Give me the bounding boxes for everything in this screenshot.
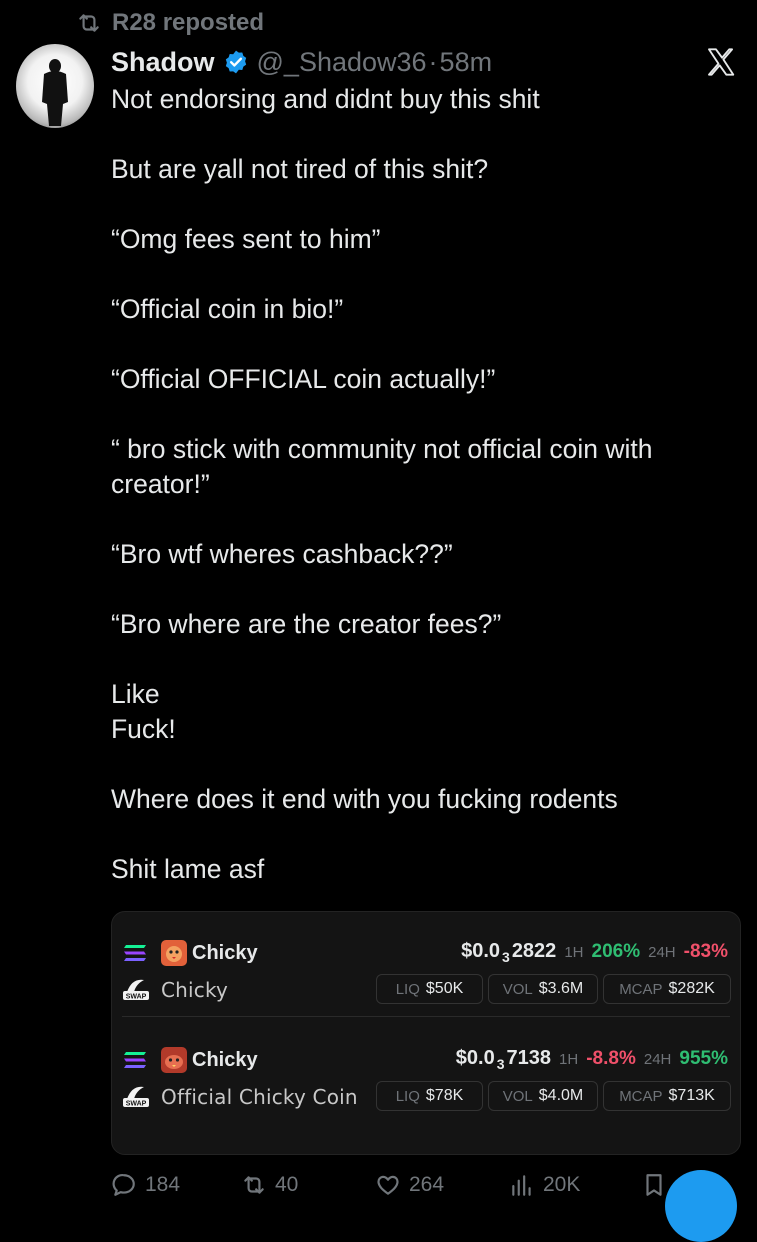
h1-change: -8.8%	[586, 1048, 636, 1069]
repost-icon	[244, 1176, 264, 1194]
avatar[interactable]	[16, 44, 94, 128]
liquidity-pill: LIQ $78K	[376, 1081, 483, 1111]
repost-label: R28 reposted	[112, 9, 265, 36]
token-logo-icon	[161, 1047, 187, 1073]
separator-dot: ·	[428, 46, 438, 77]
h24-change: -83%	[683, 941, 728, 962]
post-paragraph: “Bro where are the creator fees?”	[111, 609, 502, 639]
token-price: $0.0 3 2822	[461, 940, 557, 965]
repost-button[interactable]: 40	[241, 1172, 298, 1198]
author-name[interactable]: Shadow	[111, 47, 215, 78]
h24-label: 24H	[643, 1051, 672, 1068]
repost-count: 40	[275, 1173, 299, 1196]
token-price-line: $0.0 3 2822 1H 206% 24H -83%	[461, 940, 728, 965]
post-paragraph: Where does it end with you fucking roden…	[111, 784, 618, 814]
post-paragraph: Shit lame asf	[111, 854, 265, 884]
token-price-line: $0.0 3 7138 1H -8.8% 24H 955%	[456, 1047, 728, 1072]
analytics-icon	[512, 1175, 531, 1196]
h24-change: 955%	[679, 1048, 728, 1069]
svg-text:SWAP: SWAP	[126, 994, 147, 1001]
x-logo-icon[interactable]	[705, 46, 737, 78]
liquidity-pill: LIQ $50K	[376, 974, 483, 1004]
bookmark-button[interactable]	[641, 1172, 667, 1198]
post-paragraph: “Official coin in bio!”	[111, 294, 344, 324]
h1-label: 1H	[564, 944, 584, 961]
swap-icon[interactable]: SWAP	[122, 1081, 150, 1109]
token-row[interactable]: Chicky $0.0 3 7138 1H -8.8% 24H 955% SWAP …	[112, 1041, 740, 1131]
token-symbol: Chicky	[192, 942, 258, 964]
post-paragraph: But are yall not tired of this shit?	[111, 154, 489, 184]
volume-pill: VOL $4.0M	[488, 1081, 598, 1111]
action-bar: 184 40 264 20K	[111, 1168, 757, 1200]
like-button[interactable]: 264	[375, 1172, 444, 1198]
post-paragraph: Not endorsing and didnt buy this shit	[111, 84, 540, 114]
repost-indicator[interactable]: R28 reposted	[76, 8, 264, 38]
post-paragraph: Like Fuck!	[111, 679, 176, 744]
h24-label: 24H	[648, 944, 676, 961]
svg-text:SWAP: SWAP	[126, 1101, 147, 1108]
solana-icon	[124, 1052, 146, 1068]
token-row[interactable]: Chicky $0.0 3 2822 1H 206% 24H -83% SWAP C…	[112, 934, 740, 1024]
token-name: Chicky	[161, 978, 229, 1002]
market-cap-pill: MCAP $713K	[603, 1081, 731, 1111]
post-text: Not endorsing and didnt buy this shit Bu…	[111, 82, 731, 887]
view-count: 20K	[543, 1173, 581, 1196]
author-handle[interactable]: @_Shadow36	[257, 47, 427, 78]
post-paragraph: “Omg fees sent to him”	[111, 224, 381, 254]
token-symbol: Chicky	[192, 1049, 258, 1071]
verified-badge-icon	[225, 50, 246, 74]
post-paragraph: “Bro wtf wheres cashback??”	[111, 539, 453, 569]
solana-icon	[124, 945, 146, 961]
token-logo-icon	[161, 940, 187, 966]
like-count: 264	[409, 1173, 445, 1196]
post-header: Shadow @_Shadow36 · 58m	[111, 44, 492, 80]
compose-button[interactable]	[665, 1170, 737, 1242]
views-button[interactable]: 20K	[509, 1172, 580, 1198]
token-name: Official Chicky Coin	[161, 1085, 358, 1109]
market-cap-pill: MCAP $282K	[603, 974, 731, 1004]
swap-icon[interactable]: SWAP	[122, 974, 150, 1002]
h1-label: 1H	[559, 1051, 579, 1068]
volume-pill: VOL $3.6M	[488, 974, 598, 1004]
h1-change: 206%	[591, 941, 641, 962]
bookmark-icon	[646, 1174, 662, 1196]
repost-icon	[79, 14, 99, 32]
token-card[interactable]: Chicky $0.0 3 2822 1H 206% 24H -83% SWAP C…	[111, 911, 741, 1155]
token-price: $0.0 3 7138	[455, 1047, 552, 1072]
post-paragraph: “ bro stick with community not official …	[111, 434, 660, 499]
reply-icon	[112, 1174, 135, 1196]
row-divider	[122, 1016, 730, 1017]
heart-icon	[377, 1175, 399, 1195]
reply-count: 184	[145, 1173, 181, 1196]
reply-button[interactable]: 184	[111, 1172, 180, 1198]
post-paragraph: “Official OFFICIAL coin actually!”	[111, 364, 496, 394]
post-time[interactable]: 58m	[440, 47, 493, 78]
